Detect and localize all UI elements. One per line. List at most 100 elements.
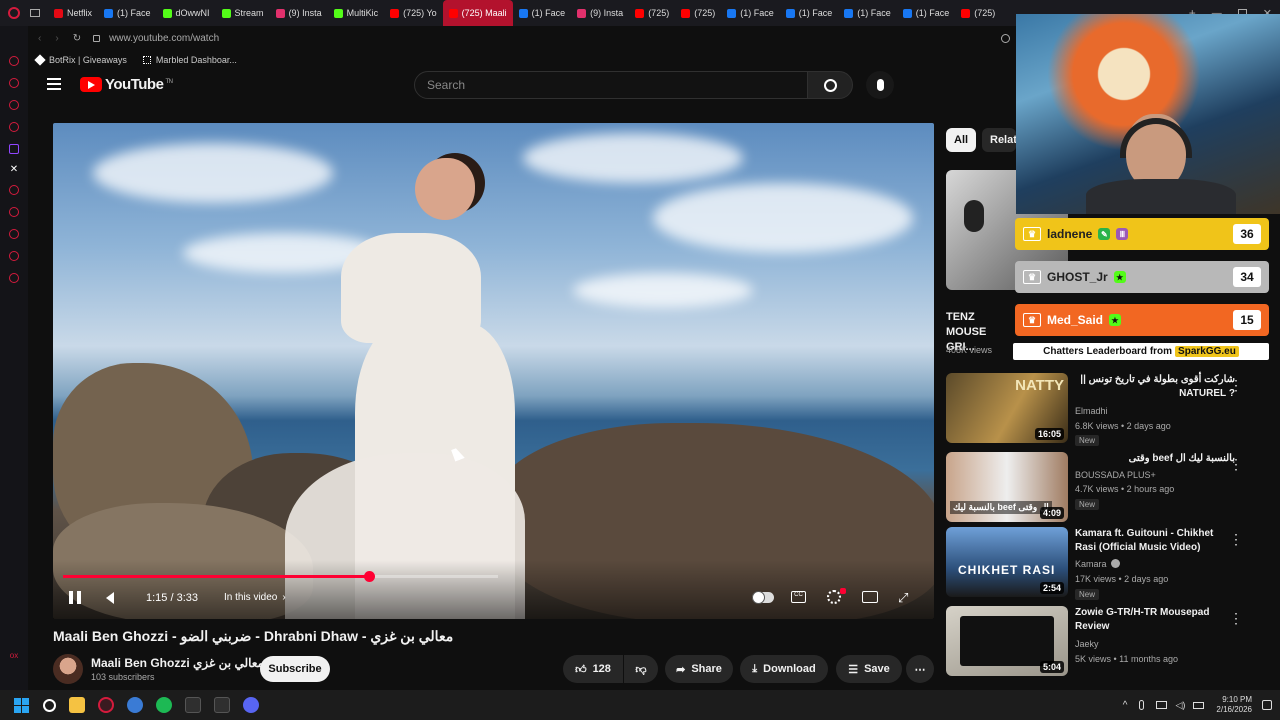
download-button[interactable]: ⤓ Download — [740, 655, 828, 683]
browser-tab[interactable]: (1) Face — [513, 0, 572, 26]
whatsapp-icon[interactable] — [9, 122, 19, 132]
app2-taskbar-icon[interactable] — [214, 697, 230, 713]
pause-button[interactable] — [69, 591, 81, 604]
theater-mode-button[interactable] — [862, 591, 878, 603]
file-explorer-icon[interactable] — [69, 697, 85, 713]
video-thumbnail[interactable]: CHIKHET RASI 2:54 — [946, 527, 1068, 597]
youtube-logo-text[interactable]: YouTube TN — [105, 76, 173, 93]
browser-tab-active[interactable]: (725) Maali — [442, 0, 513, 26]
messenger-icon[interactable] — [9, 100, 19, 110]
spotify-icon[interactable] — [156, 697, 172, 713]
browser-tab[interactable]: (1) Face — [780, 0, 839, 26]
reload-icon[interactable]: ↻ — [73, 33, 81, 44]
recommended-video[interactable]: 5:04 Zowie G-TR/H-TR Mousepad Review Jae… — [946, 606, 1264, 676]
page-scrollbar[interactable] — [1270, 360, 1276, 680]
dislike-button[interactable]: 👎︎ — [624, 655, 658, 683]
more-vertical-icon[interactable]: ⋮ — [1229, 531, 1243, 548]
browser-tab[interactable]: (1) Face — [721, 0, 780, 26]
browser-tab[interactable]: (725) — [675, 0, 721, 26]
settings-button[interactable] — [827, 590, 841, 604]
browser-tab[interactable]: Netflix — [48, 0, 98, 26]
video-thumbnail[interactable]: بالنسبة ليك beef ال وقتى 4:09 — [946, 452, 1068, 522]
speed-dial-icon[interactable] — [9, 56, 19, 66]
autoplay-toggle[interactable] — [752, 591, 774, 604]
opera-logo-icon[interactable] — [8, 7, 20, 19]
more-sidebar-icon[interactable]: ox — [10, 651, 18, 660]
opera-taskbar-icon[interactable] — [98, 697, 114, 713]
search-button[interactable] — [807, 71, 853, 99]
browser-tab[interactable]: dOwwNI — [157, 0, 216, 26]
browser-tab[interactable]: (9) Insta — [270, 0, 328, 26]
send-icon[interactable] — [9, 251, 19, 261]
volume-tray-icon[interactable]: ◁) — [1175, 700, 1185, 711]
voice-search-button[interactable] — [866, 71, 894, 99]
clock[interactable]: 9:10 PM 2/16/2026 — [1216, 695, 1252, 715]
twitch-icon[interactable] — [9, 144, 19, 154]
back-icon[interactable]: ‹ — [38, 33, 41, 44]
history-icon[interactable] — [9, 207, 19, 217]
webcam-overlay — [1016, 14, 1280, 214]
url-field[interactable]: www.youtube.com/watch — [109, 33, 219, 44]
download-icon: ⤓ — [752, 662, 758, 675]
volume-button[interactable] — [106, 591, 114, 609]
channel-name[interactable]: Maali Ben Ghozzi معالي بن غزي — [91, 656, 264, 670]
app-taskbar-icon[interactable] — [127, 697, 143, 713]
browser-tab[interactable]: (725) Yo — [384, 0, 443, 26]
leaderboard-footer-text: Chatters Leaderboard from — [1043, 346, 1173, 357]
search-input[interactable]: Search — [414, 71, 808, 99]
clock-icon[interactable] — [9, 229, 19, 239]
video-thumbnail[interactable]: NATTY 16:05 — [946, 373, 1068, 443]
save-button[interactable]: ☰ Save — [836, 655, 902, 683]
recommended-title: شاركت أقوى بطولة في تاريخ تونس || ? NATU… — [1080, 374, 1235, 399]
bookmark-label: Marbled Dashboar... — [155, 55, 237, 65]
recommended-channel: Jaeky — [1075, 639, 1099, 649]
tab-label: (9) Insta — [288, 8, 322, 18]
browser-tab[interactable]: (1) Face — [838, 0, 897, 26]
subtitles-button[interactable]: CC — [791, 591, 806, 603]
more-vertical-icon[interactable]: ⋮ — [1229, 610, 1243, 627]
search-taskbar-icon[interactable] — [43, 698, 56, 712]
more-vertical-icon[interactable]: ⋮ — [1229, 456, 1243, 473]
bookmark-marbled[interactable]: Marbled Dashboar... — [142, 55, 237, 65]
recommended-video[interactable]: CHIKHET RASI 2:54 Kamara ft. Guitouni - … — [946, 527, 1264, 600]
tab-favicon-icon — [902, 8, 912, 18]
channel-avatar[interactable] — [53, 654, 83, 684]
browser-tab[interactable]: (725) — [629, 0, 675, 26]
x-twitter-icon[interactable]: ✕ — [10, 164, 18, 175]
notification-icon[interactable] — [1262, 700, 1272, 710]
browser-tab[interactable]: (1) Face — [98, 0, 157, 26]
keyboard-icon[interactable] — [1193, 701, 1205, 709]
chip-related[interactable]: Relate — [982, 128, 1016, 152]
browser-tab[interactable]: MultiKic — [328, 0, 385, 26]
microphone-tray-icon[interactable] — [1139, 700, 1145, 710]
recommended-video[interactable]: بالنسبة ليك beef ال وقتى 4:09 بالنسبة لي… — [946, 452, 1264, 522]
browser-tab[interactable]: (1) Face — [897, 0, 956, 26]
in-this-video-button[interactable]: In this video › — [224, 592, 286, 603]
like-button[interactable]: 👍︎ 128 — [563, 655, 623, 683]
settings-icon[interactable] — [9, 273, 19, 283]
tray-chevron-icon[interactable]: ^ — [1123, 700, 1128, 711]
recommended-video[interactable]: NATTY 16:05 شاركت أقوى بطولة في تاريخ تو… — [946, 373, 1264, 446]
network-icon[interactable] — [1156, 701, 1168, 709]
zoom-icon[interactable] — [1001, 33, 1010, 43]
windows-start-icon[interactable] — [14, 697, 29, 713]
discord-icon[interactable] — [243, 697, 259, 713]
hamburger-menu-icon[interactable] — [47, 78, 61, 90]
browser-tab[interactable]: (9) Insta — [571, 0, 629, 26]
chip-all[interactable]: All — [946, 128, 977, 152]
browser-tab[interactable]: Stream — [216, 0, 270, 26]
more-vertical-icon[interactable]: ⋮ — [1229, 377, 1243, 394]
music-icon[interactable] — [9, 185, 19, 195]
share-button[interactable]: ➦ Share — [665, 655, 733, 683]
subscribe-button[interactable]: Subscribe — [260, 656, 330, 682]
video-player[interactable] — [53, 123, 934, 619]
bookmark-botrix[interactable]: BotRix | Giveaways — [34, 54, 127, 66]
fullscreen-button[interactable]: ⤢ — [898, 590, 908, 606]
forward-icon[interactable]: › — [55, 33, 58, 44]
tab-overview-icon[interactable] — [30, 9, 40, 17]
browser-tab[interactable]: (725) — [955, 0, 1001, 26]
ai-icon[interactable] — [9, 78, 19, 88]
more-actions-button[interactable]: ⋯ — [906, 655, 934, 683]
excel-icon[interactable] — [185, 697, 201, 713]
video-thumbnail[interactable]: 5:04 — [946, 606, 1068, 676]
